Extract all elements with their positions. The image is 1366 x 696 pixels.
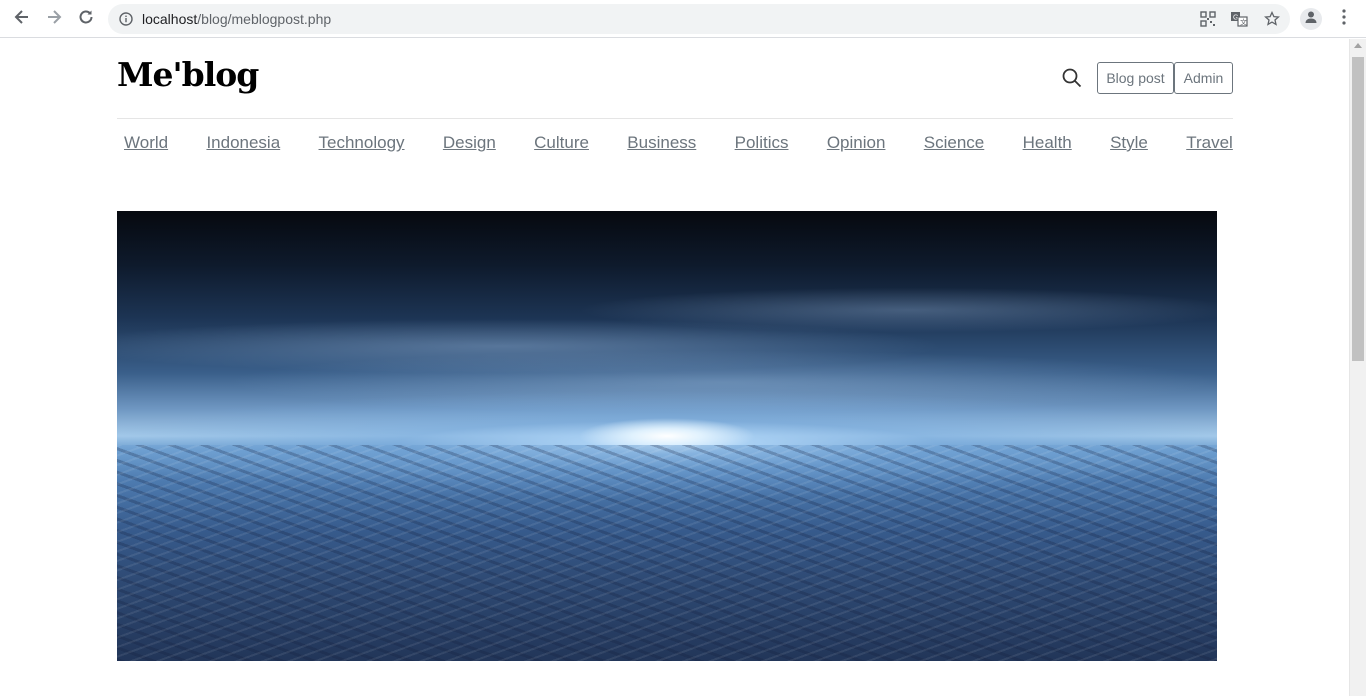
scroll-up-icon[interactable] <box>1354 43 1362 48</box>
address-bar[interactable]: localhost/blog/meblogpost.php G文 <box>108 4 1290 34</box>
nav-item-indonesia[interactable]: Indonesia <box>206 133 280 153</box>
url-text: localhost/blog/meblogpost.php <box>142 11 331 27</box>
browser-menu-button[interactable] <box>1334 8 1354 30</box>
forward-button[interactable] <box>42 7 66 31</box>
url-host: localhost <box>142 11 198 27</box>
qr-code-icon[interactable] <box>1199 10 1217 28</box>
browser-toolbar: localhost/blog/meblogpost.php G文 <box>0 0 1366 38</box>
info-icon[interactable] <box>117 10 135 28</box>
nav-item-culture[interactable]: Culture <box>534 133 589 153</box>
arrow-left-icon <box>13 8 31 31</box>
blog-header: Me'blog Blog post Admin <box>117 39 1233 119</box>
blog-post-button[interactable]: Blog post <box>1097 62 1174 94</box>
hero-ground <box>117 445 1217 661</box>
arrow-right-icon <box>45 8 63 31</box>
nav-item-business[interactable]: Business <box>627 133 696 153</box>
back-button[interactable] <box>10 7 34 31</box>
nav-item-opinion[interactable]: Opinion <box>827 133 886 153</box>
reload-icon <box>77 8 95 31</box>
profile-button[interactable] <box>1300 8 1322 30</box>
nav-item-design[interactable]: Design <box>443 133 496 153</box>
page-content: Me'blog Blog post Admin World Indonesia … <box>0 39 1349 696</box>
page-scrollbar[interactable] <box>1349 39 1366 696</box>
admin-button[interactable]: Admin <box>1174 62 1233 94</box>
nav-item-politics[interactable]: Politics <box>735 133 789 153</box>
account-icon <box>1303 9 1319 30</box>
nav-item-health[interactable]: Health <box>1023 133 1072 153</box>
nav-item-science[interactable]: Science <box>924 133 984 153</box>
svg-text:文: 文 <box>1240 18 1247 27</box>
scrollbar-thumb[interactable] <box>1352 57 1364 361</box>
translate-icon[interactable]: G文 <box>1230 10 1248 28</box>
nav-item-style[interactable]: Style <box>1110 133 1148 153</box>
nav-item-travel[interactable]: Travel <box>1186 133 1233 153</box>
nav-item-technology[interactable]: Technology <box>319 133 405 153</box>
url-path: /blog/meblogpost.php <box>197 11 332 27</box>
kebab-menu-icon <box>1342 8 1346 30</box>
reload-button[interactable] <box>74 7 98 31</box>
nav-item-world[interactable]: World <box>124 133 168 153</box>
star-icon[interactable] <box>1263 10 1281 28</box>
search-icon[interactable] <box>1061 67 1083 89</box>
category-nav: World Indonesia Technology Design Cultur… <box>117 119 1233 167</box>
site-logo[interactable]: Me'blog <box>117 55 259 94</box>
hero-image <box>117 211 1217 661</box>
